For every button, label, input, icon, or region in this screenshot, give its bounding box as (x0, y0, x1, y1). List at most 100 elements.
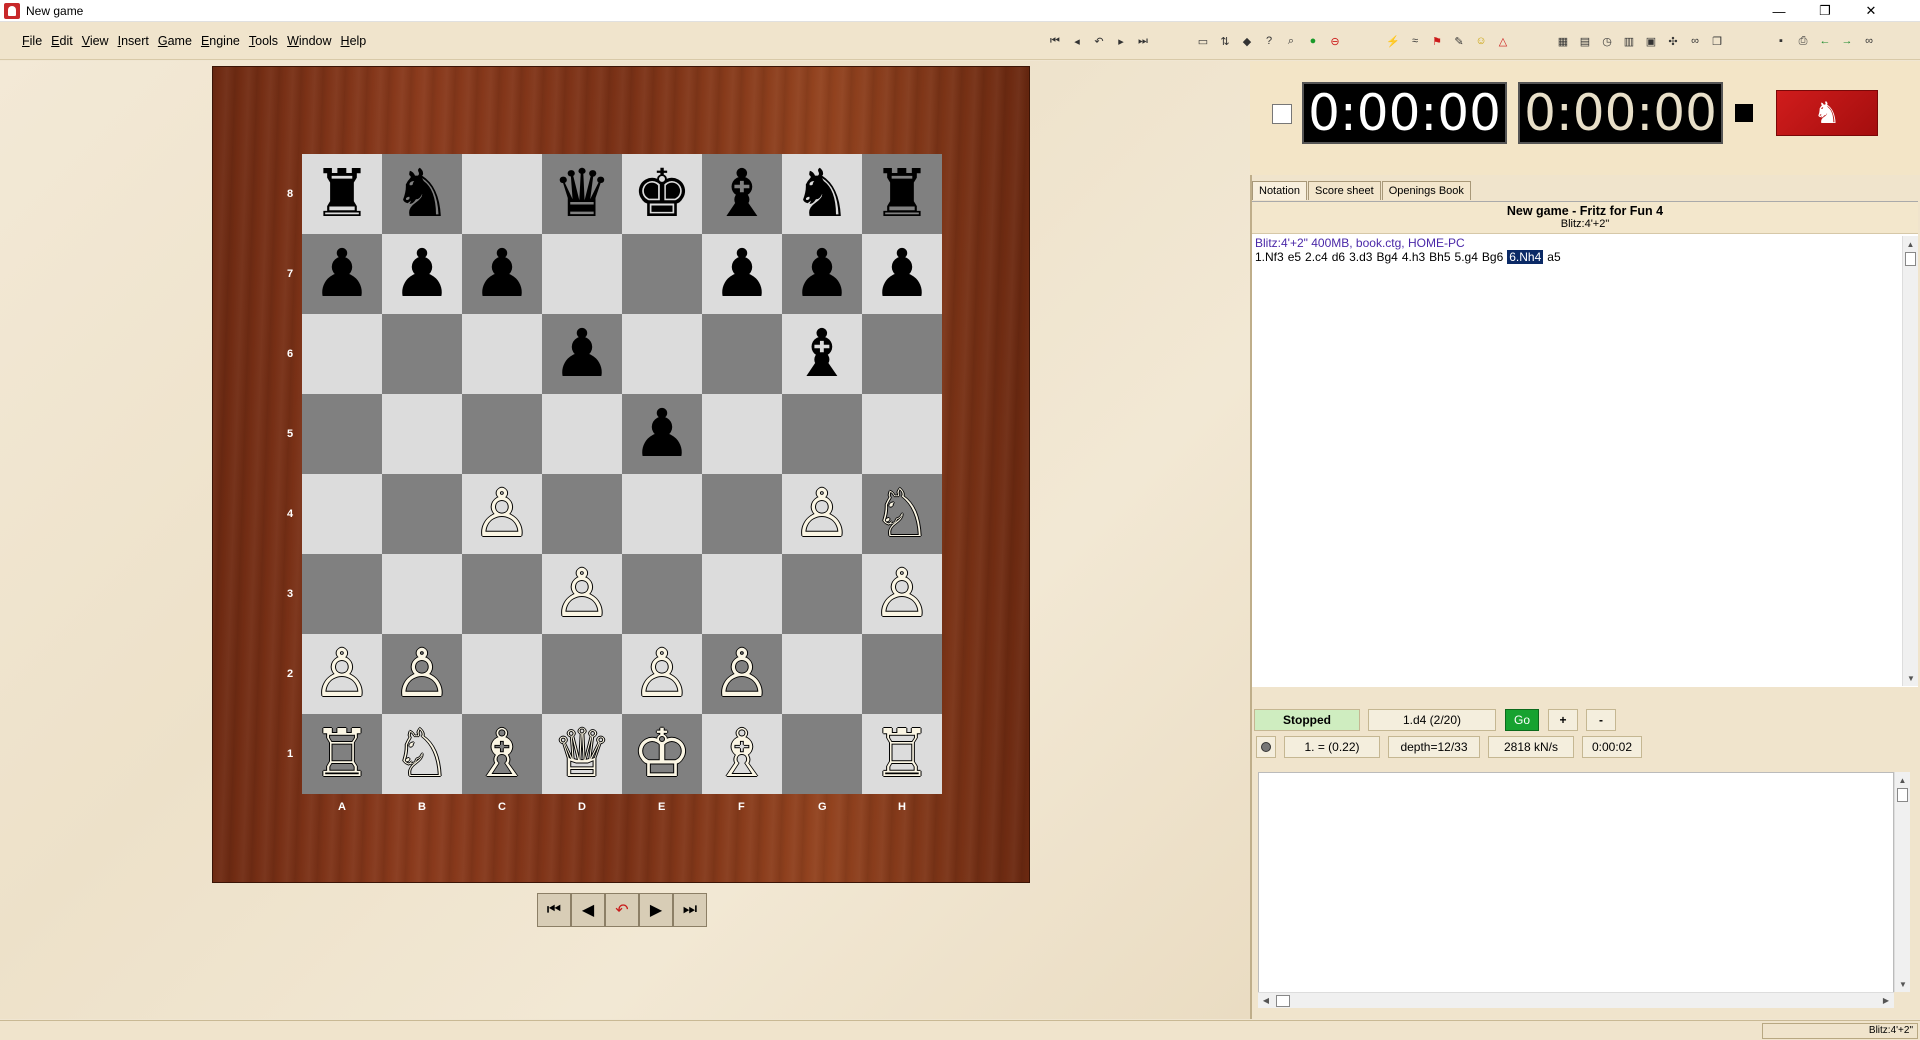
square-f6[interactable] (702, 314, 782, 394)
square-d2[interactable] (542, 634, 622, 714)
white-rook-icon[interactable]: ♖ (872, 721, 931, 787)
close-button[interactable]: ✕ (1848, 0, 1894, 22)
scroll-thumb[interactable] (1905, 252, 1916, 266)
link-icon[interactable]: ∞ (1684, 32, 1706, 50)
black-pawn-icon[interactable]: ♟ (872, 241, 931, 307)
black-king-icon[interactable]: ♚ (632, 161, 691, 227)
white-pawn-icon[interactable]: ♙ (712, 641, 771, 707)
prev-move-icon[interactable]: ◂ (1066, 32, 1088, 50)
white-pawn-icon[interactable]: ♙ (632, 641, 691, 707)
first-move-icon[interactable]: ⏮ (1044, 32, 1066, 50)
square-b5[interactable] (382, 394, 462, 474)
square-g7[interactable]: ♟ (782, 234, 862, 314)
square-a5[interactable] (302, 394, 382, 474)
white-queen-icon[interactable]: ♕ (552, 721, 611, 787)
square-g1[interactable] (782, 714, 862, 794)
black-queen-icon[interactable]: ♛ (552, 161, 611, 227)
square-b3[interactable] (382, 554, 462, 634)
last-move-button[interactable]: ⏭ (673, 893, 707, 927)
square-c2[interactable] (462, 634, 542, 714)
scroll-right-icon[interactable]: ▶ (1878, 996, 1894, 1005)
last-move-icon[interactable]: ⏭ (1132, 32, 1154, 50)
move[interactable]: d6 (1332, 250, 1345, 264)
smiley-icon[interactable]: ☺ (1470, 32, 1492, 50)
white-pawn-icon[interactable]: ♙ (472, 481, 531, 547)
square-e6[interactable] (622, 314, 702, 394)
binoculars-icon[interactable]: ∞ (1858, 32, 1880, 50)
white-rook-icon[interactable]: ♖ (312, 721, 371, 787)
move[interactable]: 1.Nf3 (1255, 250, 1284, 264)
square-d3[interactable]: ♙ (542, 554, 622, 634)
scroll-up-icon[interactable]: ▲ (1895, 772, 1910, 788)
back-icon[interactable]: ← (1814, 32, 1836, 50)
black-bishop-icon[interactable]: ♝ (792, 321, 851, 387)
menu-edit[interactable]: Edit (51, 34, 73, 48)
hint-icon[interactable]: ◆ (1236, 32, 1258, 50)
screen-icon[interactable]: ▣ (1640, 32, 1662, 50)
next-move-icon[interactable]: ▸ (1110, 32, 1132, 50)
wave-icon[interactable]: ≈ (1404, 32, 1426, 50)
triangle-icon[interactable]: △ (1492, 32, 1514, 50)
square-b7[interactable]: ♟ (382, 234, 462, 314)
next-move-button[interactable]: ▶ (639, 893, 673, 927)
white-pawn-icon[interactable]: ♙ (872, 561, 931, 627)
chess-board[interactable]: ♜ ♞ ♛ ♚ ♝ ♞ ♜ ♟ ♟ ♟ ♟ ♟ ♟ ♟ ♝ ♟ ♙ ♙ ♘ ♙ ♙ ♙ ♙ ♙ ♙ ♖ ♘ ♗ ♕ ♔ ♗ ♖ (302, 154, 942, 794)
square-f5[interactable] (702, 394, 782, 474)
pen-icon[interactable]: ✎ (1448, 32, 1470, 50)
ok-icon[interactable]: ● (1302, 32, 1324, 50)
square-c4[interactable]: ♙ (462, 474, 542, 554)
remove-line-button[interactable]: - (1586, 709, 1616, 731)
square-c8[interactable] (462, 154, 542, 234)
new-game-icon[interactable]: ▭ (1192, 32, 1214, 50)
square-c7[interactable]: ♟ (462, 234, 542, 314)
square-d6[interactable]: ♟ (542, 314, 622, 394)
square-f1[interactable]: ♗ (702, 714, 782, 794)
flag-icon[interactable]: ⚑ (1426, 32, 1448, 50)
square-a2[interactable]: ♙ (302, 634, 382, 714)
square-f8[interactable]: ♝ (702, 154, 782, 234)
menu-tools[interactable]: Tools (249, 34, 278, 48)
help-icon[interactable]: ? (1258, 32, 1280, 50)
black-rook-icon[interactable]: ♜ (872, 161, 931, 227)
square-h6[interactable] (862, 314, 942, 394)
zoom-icon[interactable]: ⌕ (1280, 32, 1302, 50)
menu-window[interactable]: Window (287, 34, 331, 48)
white-king-icon[interactable]: ♔ (632, 721, 691, 787)
square-g4[interactable]: ♙ (782, 474, 862, 554)
scroll-down-icon[interactable]: ▼ (1903, 670, 1919, 686)
square-c3[interactable] (462, 554, 542, 634)
move[interactable]: 3.d3 (1349, 250, 1372, 264)
menu-help[interactable]: Help (341, 34, 367, 48)
square-d8[interactable]: ♛ (542, 154, 622, 234)
go-button[interactable]: Go (1505, 709, 1539, 731)
menu-game[interactable]: Game (158, 34, 192, 48)
square-e1[interactable]: ♔ (622, 714, 702, 794)
white-knight-icon[interactable]: ♘ (872, 481, 931, 547)
square-a7[interactable]: ♟ (302, 234, 382, 314)
copy-icon[interactable]: ❐ (1706, 32, 1728, 50)
tab-openings-book[interactable]: Openings Book (1381, 181, 1471, 200)
scroll-up-icon[interactable]: ▲ (1903, 236, 1918, 252)
save-icon[interactable]: ▪ (1770, 32, 1792, 50)
move[interactable]: e5 (1288, 250, 1301, 264)
menu-insert[interactable]: Insert (118, 34, 149, 48)
scroll-left-icon[interactable]: ◀ (1258, 996, 1274, 1005)
square-c6[interactable] (462, 314, 542, 394)
square-d7[interactable] (542, 234, 622, 314)
square-a6[interactable] (302, 314, 382, 394)
black-pawn-icon[interactable]: ♟ (312, 241, 371, 307)
move[interactable]: 4.h3 (1402, 250, 1425, 264)
square-a1[interactable]: ♖ (302, 714, 382, 794)
square-e7[interactable] (622, 234, 702, 314)
square-e8[interactable]: ♚ (622, 154, 702, 234)
takeback-icon[interactable]: ↶ (1088, 32, 1110, 50)
square-b2[interactable]: ♙ (382, 634, 462, 714)
black-pawn-icon[interactable]: ♟ (472, 241, 531, 307)
add-line-button[interactable]: + (1548, 709, 1578, 731)
wrench-icon[interactable]: ✣ (1662, 32, 1684, 50)
square-g5[interactable] (782, 394, 862, 474)
first-move-button[interactable]: ⏮ (537, 893, 571, 927)
engine-vscrollbar[interactable]: ▲ ▼ (1894, 772, 1910, 992)
square-a3[interactable] (302, 554, 382, 634)
square-h1[interactable]: ♖ (862, 714, 942, 794)
